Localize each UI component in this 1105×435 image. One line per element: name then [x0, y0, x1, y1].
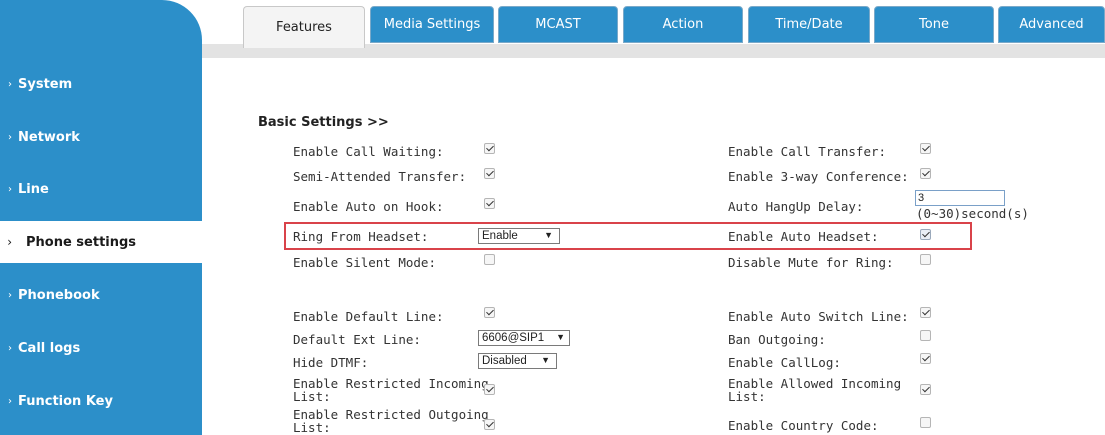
- ring-from-headset-label: Ring From Headset:: [293, 229, 429, 244]
- allowed-incoming-checkbox[interactable]: [920, 384, 931, 395]
- chevron-right-icon: ›: [8, 395, 12, 407]
- chevron-right-icon: ›: [8, 131, 12, 143]
- auto-on-hook-checkbox[interactable]: [484, 198, 495, 209]
- hide-dtmf-select[interactable]: Disabled ▼: [478, 353, 557, 369]
- tab-media-settings[interactable]: Media Settings: [370, 6, 494, 43]
- sidebar-item-label: System: [18, 76, 73, 92]
- call-log-checkbox[interactable]: [920, 353, 931, 364]
- chevron-right-icon: ›: [8, 289, 12, 301]
- tab-label: Advanced: [1019, 17, 1084, 32]
- default-ext-label: Default Ext Line:: [293, 332, 421, 347]
- default-ext-select[interactable]: 6606@SIP1 ▼: [478, 330, 570, 346]
- semi-attended-checkbox[interactable]: [484, 168, 495, 179]
- tab-action[interactable]: Action: [623, 6, 743, 43]
- call-waiting-checkbox[interactable]: [484, 143, 495, 154]
- sidebar-item-label: Function Key: [18, 393, 113, 409]
- default-line-label: Enable Default Line:: [293, 309, 444, 324]
- chevron-right-icon: ›: [7, 235, 12, 249]
- select-value: Enable: [482, 230, 518, 242]
- tab-label: Action: [662, 17, 704, 32]
- sidebar-item-label: Phonebook: [18, 287, 100, 303]
- chevron-down-icon: ▼: [556, 332, 565, 342]
- three-way-label: Enable 3-way Conference:: [728, 169, 909, 184]
- tab-features[interactable]: Features: [243, 6, 365, 48]
- disable-mute-label: Disable Mute for Ring:: [728, 255, 894, 270]
- select-value: Disabled: [482, 355, 527, 367]
- call-log-label: Enable CallLog:: [728, 355, 841, 370]
- sidebar-item-phonebook[interactable]: › Phonebook: [0, 275, 202, 315]
- tab-mcast[interactable]: MCAST: [498, 6, 618, 43]
- sidebar-item-network[interactable]: › Network: [0, 117, 202, 157]
- sidebar-item-label: Line: [18, 181, 49, 197]
- section-title: Basic Settings >>: [258, 115, 389, 130]
- three-way-checkbox[interactable]: [920, 168, 931, 179]
- tab-label: Features: [276, 20, 332, 35]
- sidebar-item-function-key[interactable]: › Function Key: [0, 381, 202, 421]
- default-line-checkbox[interactable]: [484, 307, 495, 318]
- tab-time-date[interactable]: Time/Date: [748, 6, 870, 43]
- auto-headset-label: Enable Auto Headset:: [728, 229, 879, 244]
- restricted-incoming-checkbox[interactable]: [484, 384, 495, 395]
- semi-attended-label: Semi-Attended Transfer:: [293, 169, 467, 184]
- auto-switch-label: Enable Auto Switch Line:: [728, 309, 909, 324]
- tab-label: Time/Date: [775, 17, 843, 32]
- tab-tone[interactable]: Tone: [874, 6, 994, 43]
- auto-headset-checkbox[interactable]: [920, 229, 931, 240]
- disable-mute-checkbox[interactable]: [920, 254, 931, 265]
- auto-switch-checkbox[interactable]: [920, 307, 931, 318]
- sidebar-item-phone-settings[interactable]: › Phone settings: [0, 221, 210, 263]
- silent-mode-label: Enable Silent Mode:: [293, 255, 436, 270]
- call-transfer-checkbox[interactable]: [920, 143, 931, 154]
- sidebar-item-label: Phone settings: [26, 234, 137, 250]
- silent-mode-checkbox[interactable]: [484, 254, 495, 265]
- call-waiting-label: Enable Call Waiting:: [293, 144, 444, 159]
- sidebar-item-label: Network: [18, 129, 80, 145]
- ring-from-headset-select[interactable]: Enable ▼: [478, 228, 560, 244]
- tab-advanced[interactable]: Advanced: [998, 6, 1105, 43]
- auto-on-hook-label: Enable Auto on Hook:: [293, 199, 444, 214]
- ban-outgoing-checkbox[interactable]: [920, 330, 931, 341]
- chevron-down-icon: ▼: [544, 230, 553, 240]
- restricted-outgoing-label: Enable Restricted Outgoing List:: [293, 407, 489, 435]
- restricted-outgoing-checkbox[interactable]: [484, 419, 495, 430]
- sidebar-header: [0, 0, 210, 58]
- allowed-incoming-label: Enable Allowed Incoming List:: [728, 376, 902, 404]
- country-code-label: Enable Country Code:: [728, 418, 879, 433]
- sidebar-item-system[interactable]: › System: [0, 64, 202, 104]
- auto-hangup-label: Auto HangUp Delay:: [728, 199, 864, 214]
- sidebar-item-line[interactable]: › Line: [0, 169, 202, 209]
- chevron-right-icon: ›: [8, 183, 12, 195]
- chevron-right-icon: ›: [8, 342, 12, 354]
- ban-outgoing-label: Ban Outgoing:: [728, 332, 826, 347]
- restricted-incoming-label: Enable Restricted Incoming List:: [293, 376, 489, 404]
- tab-label: MCAST: [535, 17, 581, 32]
- sidebar-item-label: Call logs: [18, 340, 81, 356]
- sidebar-item-call-logs[interactable]: › Call logs: [0, 328, 202, 368]
- country-code-checkbox[interactable]: [920, 417, 931, 428]
- tab-label: Tone: [919, 17, 949, 32]
- chevron-down-icon: ▼: [541, 355, 550, 365]
- hide-dtmf-label: Hide DTMF:: [293, 355, 369, 370]
- chevron-right-icon: ›: [8, 78, 12, 90]
- auto-hangup-input[interactable]: 3: [915, 190, 1005, 206]
- call-transfer-label: Enable Call Transfer:: [728, 144, 887, 159]
- auto-hangup-hint: (0~30)second(s): [916, 206, 1029, 221]
- select-value: 6606@SIP1: [482, 332, 545, 344]
- tab-label: Media Settings: [383, 17, 481, 32]
